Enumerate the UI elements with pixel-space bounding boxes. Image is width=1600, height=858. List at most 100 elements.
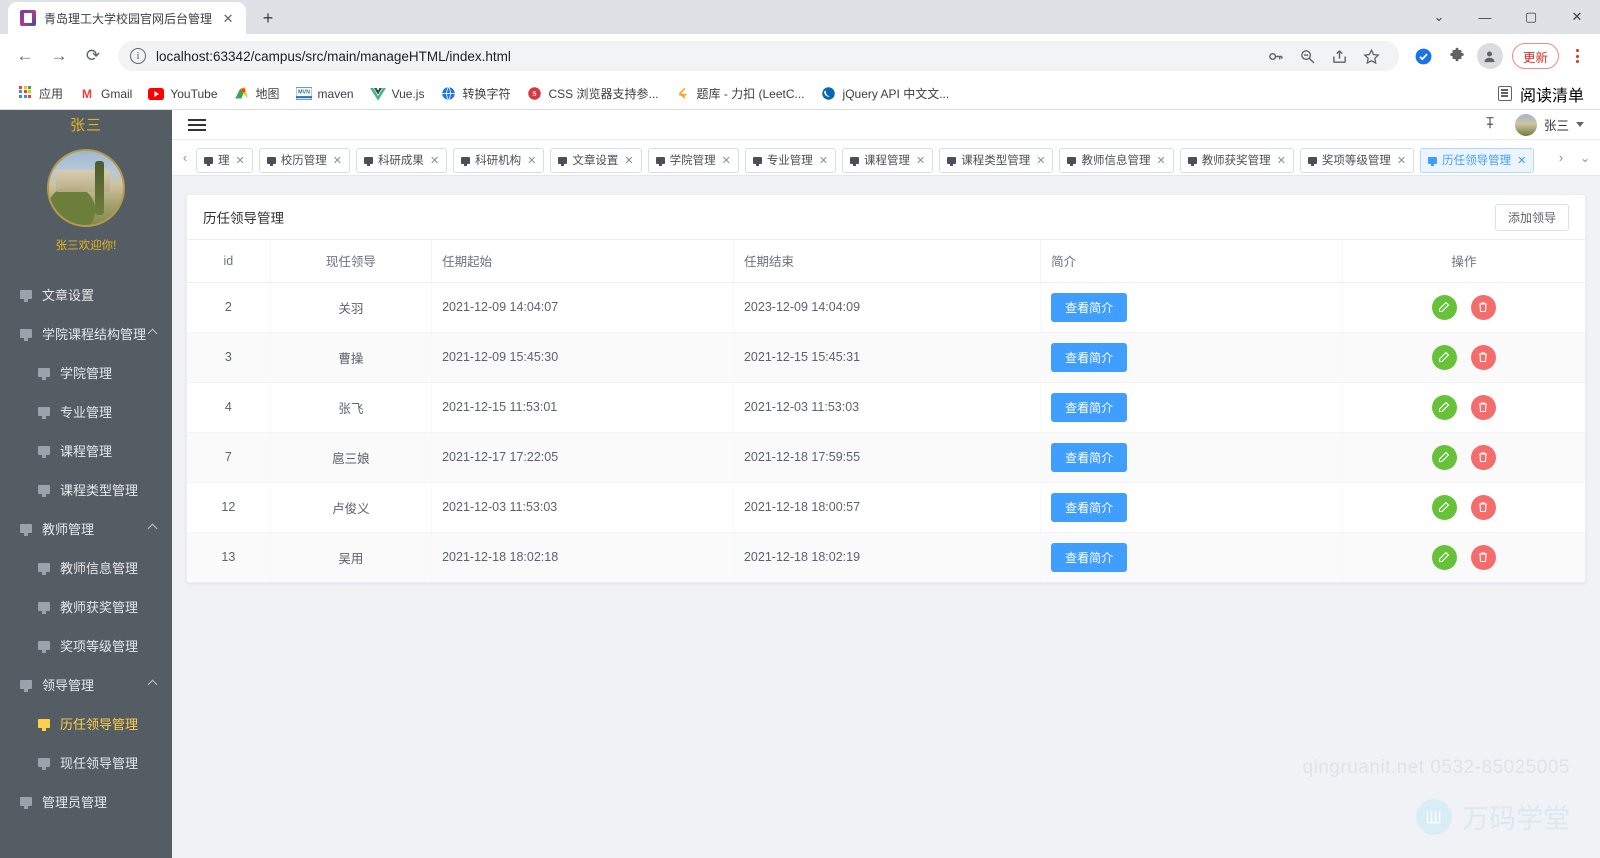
forward-icon[interactable]: → <box>44 41 74 71</box>
delete-icon[interactable] <box>1470 494 1496 520</box>
sidebar-item-course-management[interactable]: 课程管理 <box>0 431 172 470</box>
sidebar-item-current-leaders[interactable]: 现任领导管理 <box>0 743 172 782</box>
tab-scroll-right-icon[interactable]: › <box>1550 140 1572 175</box>
tab-scroll-left-icon[interactable]: ‹ <box>174 140 196 175</box>
table-row[interactable]: 7 扈三娘 2021-12-17 17:22:05 2021-12-18 17:… <box>187 432 1585 483</box>
site-info-icon[interactable]: i <box>130 48 146 64</box>
bookmark-leetcode[interactable]: 题库 - 力扣 (LeetC... <box>668 81 812 106</box>
maximize-icon[interactable]: ▢ <box>1508 0 1554 34</box>
tab-article-settings[interactable]: 文章设置 ✕ <box>550 147 642 173</box>
sidebar-item-teacher-info[interactable]: 教师信息管理 <box>0 548 172 587</box>
table-row[interactable]: 13 吴用 2021-12-18 18:02:18 2021-12-18 18:… <box>187 532 1585 582</box>
close-icon[interactable]: ✕ <box>1156 154 1165 167</box>
bookmark-maven[interactable]: MVN maven <box>289 82 361 106</box>
add-leader-button[interactable]: 添加领导 <box>1494 203 1569 231</box>
close-icon[interactable]: ✕ <box>624 154 633 167</box>
extensions-icon[interactable] <box>1442 41 1472 71</box>
sidebar-item-award-levels[interactable]: 奖项等级管理 <box>0 626 172 665</box>
view-intro-button[interactable]: 查看简介 <box>1051 442 1128 472</box>
view-intro-button[interactable]: 查看简介 <box>1051 392 1128 422</box>
delete-icon[interactable] <box>1470 344 1496 370</box>
table-row[interactable]: 3 曹操 2021-12-09 15:45:30 2021-12-15 15:4… <box>187 332 1585 383</box>
tab-course-management[interactable]: 课程管理 ✕ <box>842 147 934 173</box>
back-icon[interactable]: ← <box>10 41 40 71</box>
close-icon[interactable]: ✕ <box>916 154 925 167</box>
collapse-menu-icon[interactable] <box>188 118 206 131</box>
table-row[interactable]: 2 关羽 2021-12-09 14:04:07 2023-12-09 14:0… <box>187 282 1585 333</box>
bookmark-apps[interactable]: 应用 <box>10 81 70 106</box>
sidebar-item-leader-management[interactable]: 领导管理 <box>0 665 172 704</box>
window-close-icon[interactable]: ✕ <box>1554 0 1600 34</box>
bookmark-vuejs[interactable]: Vue.js <box>363 82 432 106</box>
edit-icon[interactable] <box>1431 394 1457 420</box>
sidebar-item-college-course-structure[interactable]: 学院课程结构管理 <box>0 314 172 353</box>
close-icon[interactable]: ✕ <box>722 154 731 167</box>
close-icon[interactable]: ✕ <box>430 154 439 167</box>
sidebar-item-teacher-management[interactable]: 教师管理 <box>0 509 172 548</box>
tab-school-calendar[interactable]: 校历管理 ✕ <box>258 147 350 173</box>
header-user-menu[interactable]: 张三 <box>1514 113 1584 136</box>
view-intro-button[interactable]: 查看简介 <box>1051 492 1128 522</box>
share-icon[interactable] <box>1325 41 1355 71</box>
tab-college-management[interactable]: 学院管理 ✕ <box>647 147 739 173</box>
close-icon[interactable]: ✕ <box>1036 154 1045 167</box>
pin-icon[interactable] <box>1483 116 1497 133</box>
browser-menu-icon[interactable] <box>1564 41 1590 71</box>
view-intro-button[interactable]: 查看简介 <box>1051 292 1128 322</box>
new-tab-button[interactable]: + <box>254 4 282 32</box>
close-icon[interactable]: ✕ <box>1277 154 1286 167</box>
tab-more-icon[interactable]: ⌄ <box>1572 140 1598 175</box>
account-icon[interactable] <box>1475 41 1505 71</box>
tab-research-results[interactable]: 科研成果 ✕ <box>355 147 448 173</box>
view-intro-button[interactable]: 查看简介 <box>1051 342 1128 372</box>
sidebar-item-teacher-awards[interactable]: 教师获奖管理 <box>0 587 172 626</box>
profile-check-icon[interactable] <box>1409 41 1439 71</box>
avatar[interactable] <box>47 149 125 227</box>
tab-truncated[interactable]: 理 ✕ <box>196 147 253 173</box>
minimize-icon[interactable]: — <box>1462 0 1508 34</box>
tab-award-level-management[interactable]: 奖项等级管理 ✕ <box>1299 147 1415 173</box>
reload-icon[interactable]: ⟳ <box>78 41 108 71</box>
tab-research-org[interactable]: 科研机构 ✕ <box>453 147 545 173</box>
update-button[interactable]: 更新 <box>1511 43 1559 69</box>
delete-icon[interactable] <box>1470 444 1496 470</box>
sidebar-item-major-management[interactable]: 专业管理 <box>0 392 172 431</box>
bookmark-maps[interactable]: 地图 <box>227 81 287 106</box>
table-row[interactable]: 12 卢俊义 2021-12-03 11:53:03 2021-12-18 18… <box>187 482 1585 533</box>
sidebar-item-admin-management[interactable]: 管理员管理 <box>0 782 172 821</box>
reading-list-entry[interactable]: 阅读清单 <box>1497 82 1590 106</box>
table-row[interactable]: 4 张飞 2021-12-15 11:53:01 2021-12-03 11:5… <box>187 382 1585 433</box>
chevron-down-icon[interactable]: ⌄ <box>1416 0 1462 34</box>
tab-major-management[interactable]: 专业管理 ✕ <box>744 147 837 173</box>
view-intro-button[interactable]: 查看简介 <box>1051 542 1128 572</box>
close-icon[interactable]: ✕ <box>819 154 828 167</box>
sidebar-item-former-leaders[interactable]: 历任领导管理 <box>0 704 172 743</box>
close-icon[interactable]: ✕ <box>1397 154 1406 167</box>
edit-icon[interactable] <box>1431 444 1457 470</box>
sidebar-item-article-settings[interactable]: 文章设置 <box>0 275 172 314</box>
edit-icon[interactable] <box>1431 494 1457 520</box>
tab-former-leaders-management[interactable]: 历任领导管理 ✕ <box>1420 147 1535 173</box>
bookmark-css-support[interactable]: S CSS 浏览器支持参... <box>519 81 665 106</box>
zoom-out-icon[interactable] <box>1293 41 1323 71</box>
edit-icon[interactable] <box>1431 544 1457 570</box>
bookmark-gmail[interactable]: M Gmail <box>72 82 139 106</box>
browser-tab[interactable]: 青岛理工大学校园官网后台管理 ✕ <box>8 2 247 34</box>
close-icon[interactable]: ✕ <box>236 154 245 167</box>
tab-course-type-management[interactable]: 课程类型管理 ✕ <box>939 147 1054 173</box>
star-icon[interactable] <box>1357 41 1387 71</box>
bookmark-jquery[interactable]: jQuery API 中文文... <box>814 81 957 106</box>
edit-icon[interactable] <box>1431 294 1457 320</box>
delete-icon[interactable] <box>1470 544 1496 570</box>
key-icon[interactable] <box>1261 41 1291 71</box>
tab-teacher-awards-management[interactable]: 教师获奖管理 ✕ <box>1179 147 1294 173</box>
tab-teacher-info-management[interactable]: 教师信息管理 ✕ <box>1059 147 1174 173</box>
delete-icon[interactable] <box>1470 394 1496 420</box>
delete-icon[interactable] <box>1470 294 1496 320</box>
close-icon[interactable]: ✕ <box>1517 154 1526 167</box>
bookmark-youtube[interactable]: YouTube <box>141 82 224 106</box>
sidebar-item-college-management[interactable]: 学院管理 <box>0 353 172 392</box>
bookmark-charset[interactable]: 转换字符 <box>433 81 517 106</box>
close-icon[interactable]: ✕ <box>333 154 342 167</box>
address-bar[interactable]: i localhost:63342/campus/src/main/manage… <box>118 41 1399 71</box>
